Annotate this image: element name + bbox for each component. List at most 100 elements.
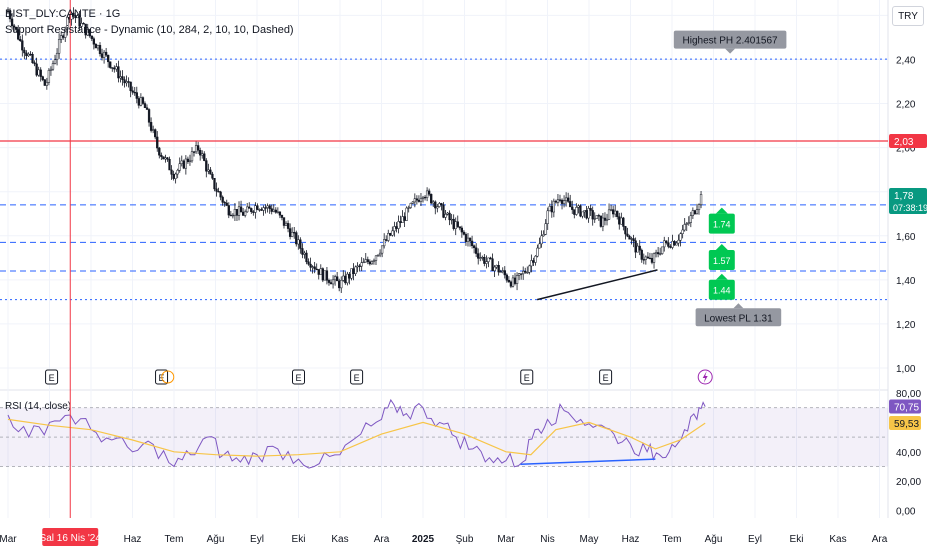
candle-body bbox=[301, 248, 304, 255]
price-badge-countdown: 07:38:19 bbox=[893, 203, 928, 213]
candle-body bbox=[421, 196, 425, 199]
candle-body bbox=[560, 199, 564, 204]
candle-body bbox=[239, 206, 243, 213]
currency-button[interactable]: TRY bbox=[892, 6, 924, 26]
candle-body bbox=[491, 258, 494, 271]
candle-body bbox=[511, 277, 515, 287]
candle-body bbox=[489, 257, 492, 260]
candle-body bbox=[423, 196, 427, 199]
candle-body bbox=[411, 201, 414, 204]
candle-body bbox=[31, 54, 34, 63]
candle-body bbox=[258, 209, 261, 211]
symbol-title[interactable]: BIST_DLY:CANTE · 1G bbox=[5, 8, 120, 20]
candle-body bbox=[399, 221, 402, 223]
candle-body bbox=[233, 209, 237, 216]
chart-canvas[interactable]: RSI (14, close) Sal 16 Nis '24 EEEEEE Hi… bbox=[0, 0, 932, 550]
candle-body bbox=[358, 265, 361, 267]
candle-body bbox=[430, 193, 433, 204]
candle-body bbox=[562, 200, 566, 204]
candle-body bbox=[297, 239, 300, 245]
time-tick-label: Mar bbox=[497, 534, 515, 545]
candle-body bbox=[648, 257, 652, 260]
candle-body bbox=[335, 276, 339, 282]
candle-body bbox=[196, 145, 200, 151]
time-axis[interactable]: Mar Haz Tem Ağu Eyl Eki Kas Ara 2025 Şub Mar Nis May… bbox=[0, 534, 888, 545]
candle-body bbox=[515, 275, 519, 284]
candle-body bbox=[581, 211, 584, 217]
candle-body bbox=[546, 210, 549, 224]
candle-body bbox=[194, 145, 198, 153]
level-callout-text: Highest PH 2.401567 bbox=[683, 36, 779, 47]
candle-body bbox=[219, 191, 222, 198]
rsi-axis[interactable]: 80,0060,0040,0020,000,0070,7559,53 bbox=[889, 389, 921, 518]
candle-body bbox=[376, 254, 380, 257]
candle-body bbox=[276, 211, 280, 213]
indicator-title[interactable]: Support Resistance - Dynamic (10, 284, 2… bbox=[5, 24, 294, 36]
candle-body bbox=[685, 223, 688, 225]
candle-body bbox=[681, 229, 684, 234]
candle-body bbox=[229, 214, 232, 217]
candle-body bbox=[360, 262, 363, 267]
candle-body bbox=[452, 218, 455, 229]
candle-body bbox=[19, 39, 22, 41]
time-tick-label: Haz bbox=[124, 534, 142, 545]
candle-body bbox=[356, 265, 359, 268]
candle-body bbox=[460, 227, 464, 233]
candle-body bbox=[607, 209, 611, 220]
candle-body bbox=[217, 191, 220, 193]
candle-body bbox=[111, 67, 114, 69]
candle-body bbox=[503, 270, 506, 276]
candle-body bbox=[209, 169, 212, 175]
candle-body bbox=[448, 212, 451, 221]
candle-body bbox=[47, 70, 51, 83]
level-callout-arrow bbox=[733, 303, 744, 309]
candle-body bbox=[256, 205, 259, 210]
candle-body bbox=[170, 169, 173, 175]
candle-body bbox=[501, 270, 504, 272]
candle-body bbox=[697, 204, 701, 210]
earnings-markers[interactable]: EEEEEE bbox=[45, 369, 713, 385]
candle-body bbox=[213, 178, 216, 190]
candle-body bbox=[656, 252, 660, 255]
candle-body bbox=[683, 224, 686, 231]
candle-body bbox=[141, 97, 145, 104]
crosshair-date-text: Sal 16 Nis '24 bbox=[40, 533, 102, 544]
candle-body bbox=[340, 279, 343, 289]
candle-body bbox=[154, 129, 157, 138]
candle-body bbox=[164, 157, 167, 160]
candle-body bbox=[519, 273, 523, 275]
candle-body bbox=[407, 207, 410, 209]
level-labels: Highest PH 2.401567 Lowest PL 1.31 1.74 1.5… bbox=[673, 30, 787, 327]
candle-body bbox=[468, 237, 472, 242]
candle-body bbox=[295, 232, 298, 245]
candle-body bbox=[368, 261, 372, 265]
price-tick-label: 1,20 bbox=[896, 320, 916, 331]
candle-body bbox=[383, 239, 386, 247]
candle-body bbox=[182, 160, 185, 169]
price-tick-label: 2,20 bbox=[896, 100, 916, 111]
rsi-tick-label: 20,00 bbox=[896, 477, 921, 488]
candle-body bbox=[605, 219, 609, 221]
candle-body bbox=[417, 199, 421, 202]
candle-body bbox=[591, 210, 594, 220]
candle-body bbox=[135, 92, 138, 99]
earnings-marker-label: E bbox=[524, 373, 530, 383]
time-tick-label: Eyl bbox=[748, 534, 762, 545]
candle-body bbox=[532, 260, 535, 263]
price-axis[interactable]: 2,602,402,202,001,801,601,401,201,002,03… bbox=[889, 11, 928, 375]
candle-body bbox=[659, 253, 662, 255]
candle-body bbox=[227, 205, 230, 216]
candle-body bbox=[362, 261, 365, 264]
candle-body bbox=[342, 275, 345, 281]
candle-body bbox=[190, 151, 194, 162]
candle-body bbox=[552, 200, 556, 213]
candle-body bbox=[147, 109, 151, 123]
candle-body bbox=[113, 67, 116, 70]
candle-body bbox=[427, 190, 431, 195]
candle-body bbox=[481, 256, 484, 259]
candle-body bbox=[348, 273, 351, 279]
time-tick-label: Tem bbox=[663, 534, 682, 545]
candle-body bbox=[677, 239, 680, 244]
price-tick-label: 1,00 bbox=[896, 364, 916, 375]
level-tag-arrow bbox=[715, 207, 728, 214]
